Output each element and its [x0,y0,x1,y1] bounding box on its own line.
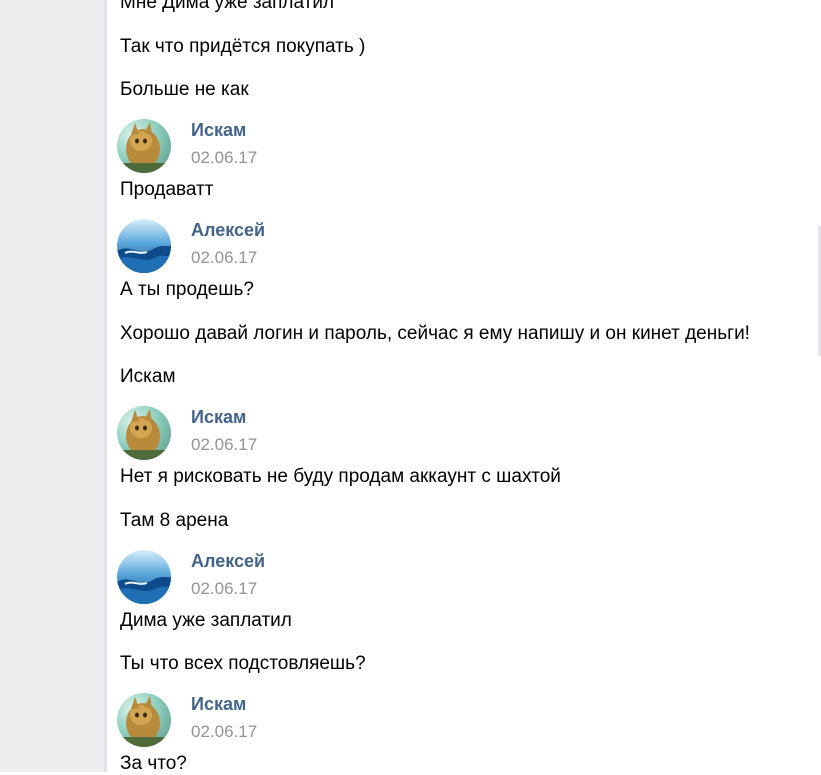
message-author[interactable]: Алексей [191,220,265,241]
message-text: Ты что всех подстовляешь? [120,653,366,674]
message-text: А ты продешь? [120,279,254,300]
wave-avatar[interactable] [117,219,171,273]
message-author[interactable]: Алексей [191,551,265,572]
message-author[interactable]: Искам [191,120,246,141]
message-date[interactable]: 02.06.17 [191,722,257,742]
message-text: Продаватт [120,179,214,200]
message-text: Нет я рисковать не буду продам аккаунт с… [120,466,561,487]
cat-avatar[interactable] [117,693,171,747]
message-text: Искам [120,366,176,387]
message-text: Дима уже заплатил [120,610,292,631]
message-date[interactable]: 02.06.17 [191,248,257,268]
wave-avatar[interactable] [117,550,171,604]
message-author[interactable]: Искам [191,694,246,715]
message-date[interactable]: 02.06.17 [191,148,257,168]
message-author[interactable]: Искам [191,407,246,428]
message-date[interactable]: 02.06.17 [191,579,257,599]
cat-avatar[interactable] [117,119,171,173]
message-text: Больше не как [120,79,249,100]
chat-history: Мне Дима уже заплатил Так что придётся п… [0,0,821,774]
message-date[interactable]: 02.06.17 [191,435,257,455]
message-text: Хорошо давай логин и пароль, сейчас я ем… [120,323,750,344]
cat-avatar[interactable] [117,406,171,460]
message-text: Так что придётся покупать ) [120,36,366,57]
message-text: Там 8 арена [120,510,229,531]
message-text: Мне Дима уже заплатил [120,0,335,13]
